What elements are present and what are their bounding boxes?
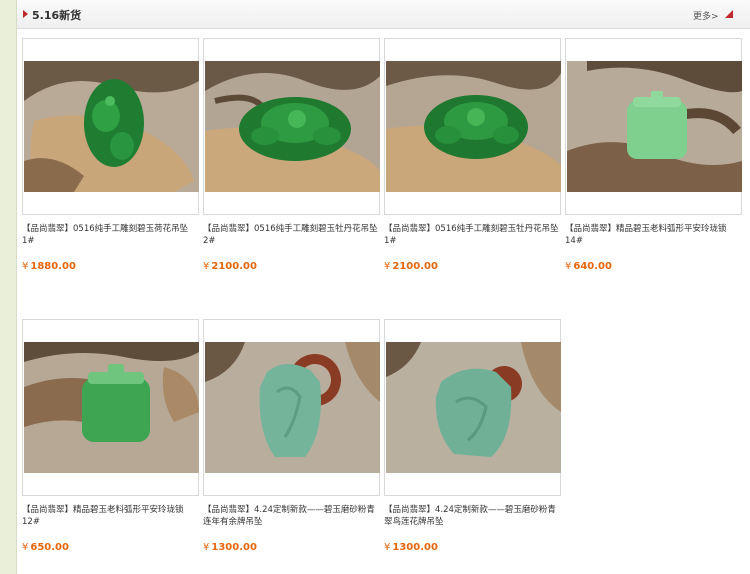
product-price: ¥2100.00 — [384, 261, 438, 272]
product-thumbnail[interactable] — [22, 319, 199, 496]
product-price: ¥1880.00 — [22, 261, 76, 272]
product-name[interactable]: 【品尚翡翠】精品碧玉老料弧形平安玲珑锁12# — [22, 504, 199, 528]
product-card[interactable]: 【品尚翡翠】4.24定制新款——碧玉磨砂粉青连年有余牌吊坠 ¥1300.00 — [203, 319, 380, 553]
section-title: 5.16新货 — [32, 9, 82, 22]
product-thumbnail[interactable] — [384, 38, 561, 215]
lotus-pendant-photo — [24, 61, 199, 192]
product-thumbnail[interactable] — [203, 319, 380, 496]
product-price: ¥2100.00 — [203, 261, 257, 272]
more-link[interactable]: 更多> — [693, 9, 719, 22]
product-name[interactable]: 【品尚翡翠】0516纯手工雕刻碧玉牡丹花吊坠2# — [203, 223, 380, 247]
lock-pendant-photo — [567, 61, 742, 192]
product-price: ¥1300.00 — [384, 542, 438, 553]
product-price: ¥640.00 — [565, 261, 612, 272]
product-card[interactable]: 【品尚翡翠】精品碧玉老料弧形平安玲珑锁12# ¥650.00 — [22, 319, 199, 553]
product-card[interactable]: 【品尚翡翠】0516纯手工雕刻碧玉荷花吊坠1# ¥1880.00 — [22, 38, 199, 272]
product-name[interactable]: 【品尚翡翠】0516纯手工雕刻碧玉牡丹花吊坠1# — [384, 223, 561, 247]
product-name[interactable]: 【品尚翡翠】4.24定制新款——碧玉磨砂粉青翠鸟莲花牌吊坠 — [384, 504, 561, 528]
section-header: 5.16新货 更多> — [17, 0, 750, 29]
peony-pendant-photo — [205, 61, 380, 192]
product-card[interactable]: 【品尚翡翠】4.24定制新款——碧玉磨砂粉青翠鸟莲花牌吊坠 ¥1300.00 — [384, 319, 561, 553]
product-name[interactable]: 【品尚翡翠】4.24定制新款——碧玉磨砂粉青连年有余牌吊坠 — [203, 504, 380, 528]
peony-pendant-photo — [386, 61, 561, 192]
product-name[interactable]: 【品尚翡翠】0516纯手工雕刻碧玉荷花吊坠1# — [22, 223, 199, 247]
product-thumbnail[interactable] — [203, 38, 380, 215]
section-arrow-icon — [23, 10, 28, 18]
corner-flag-icon — [725, 10, 733, 18]
product-thumbnail[interactable] — [565, 38, 742, 215]
product-panel: 5.16新货 更多> 【品尚翡翠】0516纯手工雕刻碧玉荷花吊坠1# ¥1880… — [16, 0, 750, 574]
product-thumbnail[interactable] — [384, 319, 561, 496]
plaque-pendant-photo — [205, 342, 380, 473]
product-price: ¥650.00 — [22, 542, 69, 553]
plaque-pendant-photo — [386, 342, 561, 473]
product-card[interactable]: 【品尚翡翠】0516纯手工雕刻碧玉牡丹花吊坠2# ¥2100.00 — [203, 38, 380, 272]
product-card[interactable]: 【品尚翡翠】0516纯手工雕刻碧玉牡丹花吊坠1# ¥2100.00 — [384, 38, 561, 272]
product-price: ¥1300.00 — [203, 542, 257, 553]
product-name[interactable]: 【品尚翡翠】精品碧玉老料弧形平安玲珑锁14# — [565, 223, 742, 247]
lock-pendant-photo — [24, 342, 199, 473]
product-thumbnail[interactable] — [22, 38, 199, 215]
product-card[interactable]: 【品尚翡翠】精品碧玉老料弧形平安玲珑锁14# ¥640.00 — [565, 38, 742, 272]
